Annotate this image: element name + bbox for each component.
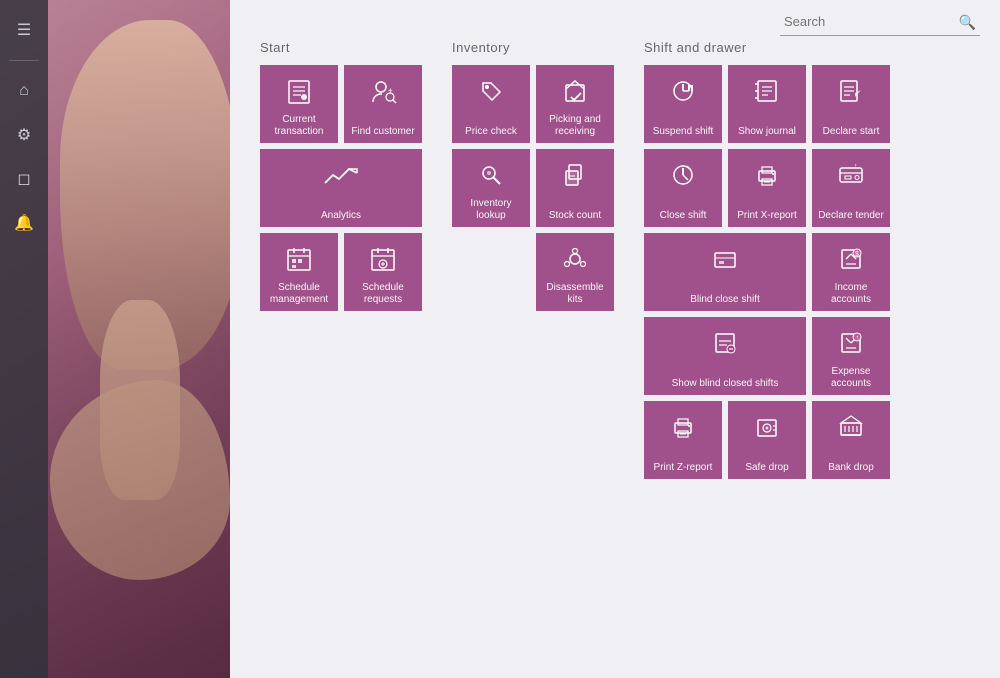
picking-receiving-icon [561,77,589,109]
tile-current-transaction-label: Current transaction [264,114,334,138]
settings-icon[interactable]: ⚙ [6,117,42,153]
tile-schedule-requests-label: Schedule requests [348,282,418,306]
inventory-lookup-icon [477,161,505,193]
inventory-tiles-grid: Price check Picking and receiving [452,65,614,311]
tile-find-customer[interactable]: + Find customer [344,65,422,143]
tile-disassemble-kits-label: Disassemble kits [540,282,610,306]
svg-text:↑: ↑ [856,335,860,342]
search-input[interactable] [780,8,980,36]
tile-expense-accounts-label: Expense accounts [816,366,886,390]
tile-declare-tender[interactable]: ↑ Declare tender [812,149,890,227]
tile-blind-close-shift-label: Blind close shift [648,294,802,306]
show-journal-icon [753,77,781,109]
tile-picking-receiving-label: Picking and receiving [540,114,610,138]
home-icon[interactable]: ⌂ [6,73,42,109]
tile-close-shift-label: Close shift [648,210,718,222]
person-icon[interactable]: ◻ [6,161,42,197]
section-shift-drawer: Shift and drawer Suspend shift [644,40,890,479]
section-inventory: Inventory Price check [452,40,614,479]
section-inventory-title: Inventory [452,40,614,55]
tile-stock-count-label: Stock count [540,210,610,222]
expense-accounts-icon: ↑ [837,329,865,361]
tile-analytics[interactable]: Analytics [260,149,422,227]
declare-tender-icon: ↑ [837,161,865,193]
tile-schedule-management-label: Schedule management [264,282,334,306]
tile-declare-tender-label: Declare tender [816,210,886,222]
section-start: Start Current transaction [260,40,422,479]
tile-print-z-report-label: Print Z-report [648,462,718,474]
section-shift-title: Shift and drawer [644,40,890,55]
tile-show-journal[interactable]: Show journal [728,65,806,143]
tile-show-blind-closed[interactable]: Show blind closed shifts [644,317,806,395]
blind-close-shift-icon [711,245,739,277]
schedule-management-icon [285,245,313,277]
tile-bank-drop[interactable]: Bank drop [812,401,890,479]
tile-inventory-lookup-label: Inventory lookup [456,198,526,222]
main-content: 🔍 Start Current transacti [230,0,1000,678]
hamburger-icon[interactable]: ☰ [6,12,42,48]
sections-container: Start Current transaction [260,40,980,479]
income-accounts-icon: $ [837,245,865,277]
tile-inventory-lookup[interactable]: Inventory lookup [452,149,530,227]
tile-price-check-label: Price check [456,126,526,138]
sidebar: ☰ ⌂ ⚙ ◻ 🔔 [0,0,48,678]
start-tiles-grid: Current transaction + Find customer [260,65,422,311]
tile-blind-close-shift[interactable]: Blind close shift [644,233,806,311]
search-icon[interactable]: 🔍 [959,14,976,31]
stock-count-icon [561,161,589,193]
svg-text:+: + [388,86,393,95]
tile-print-x-report[interactable]: Print X-report [728,149,806,227]
print-z-report-icon [669,413,697,445]
tile-price-check[interactable]: Price check [452,65,530,143]
tile-close-shift[interactable]: Close shift [644,149,722,227]
tile-disassemble-kits[interactable]: Disassemble kits [536,233,614,311]
tile-show-blind-closed-label: Show blind closed shifts [648,378,802,390]
suspend-shift-icon [669,77,697,109]
svg-text:$: $ [855,251,859,258]
sidebar-divider [9,60,39,61]
close-shift-icon [669,161,697,193]
tile-find-customer-label: Find customer [348,126,418,138]
tile-schedule-requests[interactable]: Schedule requests [344,233,422,311]
price-check-icon [477,77,505,109]
bell-icon[interactable]: 🔔 [6,205,42,241]
show-blind-closed-icon [711,329,739,361]
current-transaction-icon [284,77,314,111]
svg-text:↑: ↑ [854,163,858,170]
tile-safe-drop-label: Safe drop [732,462,802,474]
tile-picking-receiving[interactable]: Picking and receiving [536,65,614,143]
schedule-requests-icon [369,245,397,277]
tile-income-accounts-label: Income accounts [816,282,886,306]
search-bar: 🔍 [780,8,980,36]
section-start-title: Start [260,40,422,55]
disassemble-kits-icon [561,245,589,277]
tile-analytics-label: Analytics [264,210,418,222]
tile-suspend-shift[interactable]: Suspend shift [644,65,722,143]
shift-tiles-grid: Suspend shift Show [644,65,890,479]
tile-declare-start-label: Declare start [816,126,886,138]
tile-schedule-management[interactable]: Schedule management [260,233,338,311]
bank-drop-icon [837,413,865,445]
tile-expense-accounts[interactable]: ↑ Expense accounts [812,317,890,395]
tile-print-x-report-label: Print X-report [732,210,802,222]
tile-safe-drop[interactable]: Safe drop [728,401,806,479]
tile-bank-drop-label: Bank drop [816,462,886,474]
declare-start-icon [837,77,865,109]
tile-income-accounts[interactable]: $ Income accounts [812,233,890,311]
analytics-icon [321,161,361,195]
find-customer-icon: + [368,77,398,111]
tile-stock-count[interactable]: Stock count [536,149,614,227]
tile-suspend-shift-label: Suspend shift [648,126,718,138]
safe-drop-icon [753,413,781,445]
tile-print-z-report[interactable]: Print Z-report [644,401,722,479]
tile-declare-start[interactable]: Declare start [812,65,890,143]
print-x-report-icon [753,161,781,193]
tile-current-transaction[interactable]: Current transaction [260,65,338,143]
tile-show-journal-label: Show journal [732,126,802,138]
